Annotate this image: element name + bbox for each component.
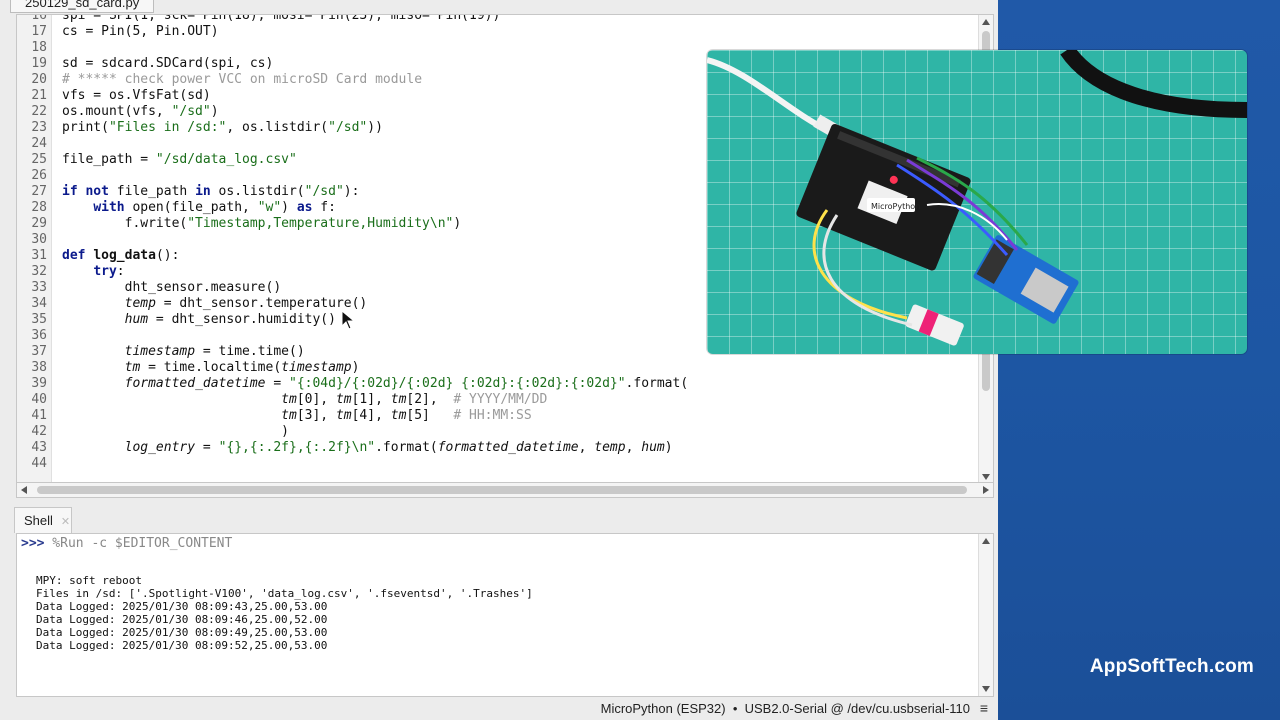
line-number: 41: [31, 408, 47, 423]
line-number: 40: [31, 392, 47, 407]
scroll-left-icon[interactable]: [21, 486, 27, 494]
code-line[interactable]: tm[3], tm[4], tm[5] # HH:MM:SS: [62, 408, 532, 423]
line-number: 35: [31, 312, 47, 327]
line-number: 44: [31, 456, 47, 471]
photo-label: MicroPython: [871, 202, 920, 211]
scroll-up-icon[interactable]: [982, 19, 990, 25]
code-line[interactable]: timestamp = time.time(): [62, 344, 305, 359]
code-line[interactable]: formatted_datetime = "{:04d}/{:02d}/{:02…: [62, 376, 689, 391]
code-line[interactable]: f.write("Timestamp,Temperature,Humidity\…: [62, 216, 462, 231]
editor-tab[interactable]: 250129_sd_card.py: [10, 0, 155, 13]
shell-prompt-line: >>> %Run -c $EDITOR_CONTENT: [21, 536, 232, 551]
hscroll-thumb[interactable]: [37, 486, 967, 494]
shell-output-line: MPY: soft reboot: [36, 574, 142, 587]
line-number: 34: [31, 296, 47, 311]
line-number: 39: [31, 376, 47, 391]
line-number: 22: [31, 104, 47, 119]
line-number: 17: [31, 24, 47, 39]
mouse-cursor-icon: [341, 310, 355, 330]
shell-output-line: Data Logged: 2025/01/30 08:09:46,25.00,5…: [36, 613, 328, 626]
close-icon[interactable]: ✕: [61, 516, 70, 528]
code-line[interactable]: hum = dht_sensor.humidity(): [62, 312, 336, 327]
code-line[interactable]: # ***** check power VCC on microSD Card …: [62, 72, 422, 87]
line-number: 37: [31, 344, 47, 359]
line-number: 23: [31, 120, 47, 135]
line-number: 18: [31, 40, 47, 55]
shell-tab[interactable]: Shell ✕: [14, 507, 72, 533]
line-number: 33: [31, 280, 47, 295]
code-line[interactable]: try:: [62, 264, 124, 279]
code-line[interactable]: sd = sdcard.SDCard(spi, cs): [62, 56, 273, 71]
code-line[interactable]: ): [62, 424, 289, 439]
shell-console[interactable]: >>> %Run -c $EDITOR_CONTENT MPY: soft re…: [16, 533, 994, 697]
scroll-up-icon[interactable]: [982, 538, 990, 544]
line-number: 31: [31, 248, 47, 263]
code-line[interactable]: log_entry = "{},{:.2f},{:.2f}\n".format(…: [62, 440, 673, 455]
line-number: 26: [31, 168, 47, 183]
menu-icon[interactable]: ≡: [980, 700, 988, 716]
code-line[interactable]: spi = SPI(1, sck= Pin(18), mosi= Pin(23)…: [62, 15, 500, 23]
code-line[interactable]: vfs = os.VfsFat(sd): [62, 88, 211, 103]
code-line[interactable]: tm[0], tm[1], tm[2], # YYYY/MM/DD: [62, 392, 547, 407]
shell-tab-label: Shell: [24, 513, 53, 528]
line-number: 21: [31, 88, 47, 103]
line-number: 32: [31, 264, 47, 279]
code-line[interactable]: temp = dht_sensor.temperature(): [62, 296, 368, 311]
line-number: 38: [31, 360, 47, 375]
line-number: 36: [31, 328, 47, 343]
interpreter-status[interactable]: MicroPython (ESP32) • USB2.0-Serial @ /d…: [601, 701, 970, 716]
scroll-right-icon[interactable]: [983, 486, 989, 494]
line-number: 19: [31, 56, 47, 71]
code-line[interactable]: with open(file_path, "w") as f:: [62, 200, 336, 215]
shell-output-line: Files in /sd: ['.Spotlight-V100', 'data_…: [36, 587, 533, 600]
shell-prompt: >>>: [21, 536, 45, 551]
line-number: 29: [31, 216, 47, 231]
line-number: 43: [31, 440, 47, 455]
line-number: 42: [31, 424, 47, 439]
code-line[interactable]: os.mount(vfs, "/sd"): [62, 104, 219, 119]
code-line[interactable]: if not file_path in os.listdir("/sd"):: [62, 184, 359, 199]
line-number: 25: [31, 152, 47, 167]
code-line[interactable]: tm = time.localtime(timestamp): [62, 360, 360, 375]
scroll-down-icon[interactable]: [982, 686, 990, 692]
code-line[interactable]: print("Files in /sd:", os.listdir("/sd")…: [62, 120, 383, 135]
status-bar: MicroPython (ESP32) • USB2.0-Serial @ /d…: [0, 697, 998, 720]
code-line[interactable]: file_path = "/sd/data_log.csv": [62, 152, 297, 167]
shell-output-line: Data Logged: 2025/01/30 08:09:49,25.00,5…: [36, 626, 328, 639]
code-line[interactable]: dht_sensor.measure(): [62, 280, 282, 295]
code-line[interactable]: cs = Pin(5, Pin.OUT): [62, 24, 219, 39]
brand-watermark: AppSoftTech.com: [1089, 656, 1254, 677]
shell-vertical-scrollbar[interactable]: [978, 534, 993, 696]
line-number: 20: [31, 72, 47, 87]
line-number: 30: [31, 232, 47, 247]
editor-horizontal-scrollbar[interactable]: [16, 482, 994, 498]
code-line[interactable]: def log_data():: [62, 248, 179, 263]
line-number: 24: [31, 136, 47, 151]
line-number: 27: [31, 184, 47, 199]
scroll-down-icon[interactable]: [982, 474, 990, 480]
hardware-photo-overlay: MicroPython: [707, 50, 1247, 354]
line-number: 28: [31, 200, 47, 215]
shell-command: %Run -c $EDITOR_CONTENT: [44, 536, 233, 551]
hardware-illustration: MicroPython: [707, 50, 1247, 346]
shell-output-line: Data Logged: 2025/01/30 08:09:52,25.00,5…: [36, 639, 328, 652]
shell-output-line: Data Logged: 2025/01/30 08:09:43,25.00,5…: [36, 600, 328, 613]
line-number: 16: [31, 14, 47, 23]
